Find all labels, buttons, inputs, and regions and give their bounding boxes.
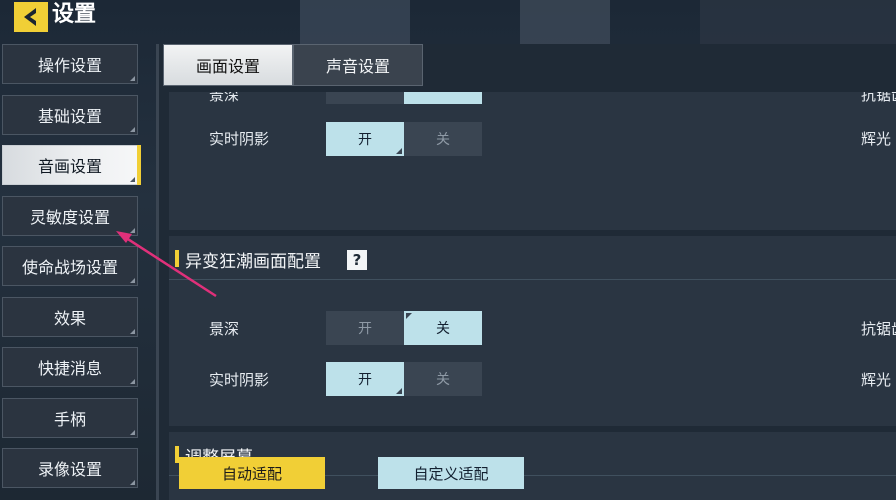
realtime-shadow-label: 实时阴影	[209, 130, 270, 148]
sidebar-item-operation[interactable]: 操作设置	[2, 44, 138, 84]
toggle-off-option[interactable]: 关	[404, 311, 482, 345]
sidebar-item-basic[interactable]: 基础设置	[2, 95, 138, 135]
settings-panel: 画面设置 声音设置 景深 抗锯齿 实时阴影 开 关 辉光	[156, 44, 896, 500]
realtime-shadow-toggle[interactable]: 开 关	[326, 122, 482, 156]
sidebar-item-label: 基础设置	[37, 107, 102, 126]
page-header: 设置	[0, 0, 160, 34]
sidebar-item-recording[interactable]: 录像设置	[2, 448, 138, 488]
section-accent-bar	[175, 250, 179, 267]
sidebar-item-audio-video[interactable]: 音画设置	[2, 145, 138, 185]
auto-fit-button[interactable]: 自动适配	[179, 457, 325, 489]
corner-mark-icon	[130, 76, 135, 81]
toggle-off-option[interactable]: 关	[404, 122, 482, 156]
anti-aliasing-label: 抗锯齿	[861, 320, 896, 338]
section-title: 异变狂潮画面配置	[185, 252, 321, 272]
background-shape	[700, 0, 896, 44]
sidebar-item-label: 音画设置	[37, 157, 102, 176]
option-label: 开	[358, 372, 372, 388]
depth-of-field-toggle[interactable]: 开 关	[326, 311, 482, 345]
option-label: 关	[436, 132, 450, 148]
corner-mark-icon	[396, 148, 402, 154]
tab-label: 声音设置	[325, 57, 390, 76]
sidebar-item-label: 效果	[53, 309, 86, 328]
page-title: 设置	[52, 2, 97, 27]
realtime-shadow-label: 实时阴影	[209, 371, 270, 389]
depth-of-field-label: 景深	[209, 92, 240, 104]
section-header: 异变狂潮画面配置 ?	[169, 236, 896, 280]
clipped-row: 景深 抗锯齿	[169, 92, 896, 104]
tab-label: 画面设置	[195, 57, 260, 76]
corner-mark-icon	[396, 388, 402, 394]
sidebar-item-label: 使命战场设置	[21, 258, 118, 277]
corner-mark-icon	[130, 228, 135, 233]
background-shape	[520, 0, 610, 44]
option-label: 关	[436, 372, 450, 388]
graphics-section: 景深 抗锯齿 实时阴影 开 关 辉光	[169, 92, 896, 230]
corner-mark-icon	[130, 329, 135, 334]
option-label: 开	[358, 132, 372, 148]
sidebar-item-sensitivity[interactable]: 灵敏度设置	[2, 196, 138, 236]
active-indicator	[137, 145, 141, 185]
button-label: 自动适配	[221, 464, 282, 483]
toggle-on-option[interactable]: 开	[326, 362, 404, 396]
button-label: 自定义适配	[413, 464, 489, 483]
help-icon[interactable]: ?	[347, 250, 367, 270]
toggle-off-option[interactable]	[404, 92, 482, 104]
sidebar-item-label: 快捷消息	[37, 359, 102, 378]
corner-mark-icon	[130, 127, 135, 132]
sidebar-item-quick-messages[interactable]: 快捷消息	[2, 347, 138, 387]
option-label: 开	[358, 321, 372, 337]
background-shape	[300, 0, 410, 44]
tab-bar: 画面设置 声音设置	[163, 44, 423, 86]
back-arrow-icon	[24, 8, 36, 26]
toggle-off-option[interactable]: 关	[404, 362, 482, 396]
sidebar-item-label: 操作设置	[37, 56, 102, 75]
corner-mark-icon	[406, 313, 412, 319]
tab-sound[interactable]: 声音设置	[293, 44, 423, 86]
corner-mark-icon	[130, 480, 135, 485]
sidebar-item-gamepad[interactable]: 手柄	[2, 398, 138, 438]
corner-mark-icon	[130, 278, 135, 283]
corner-mark-icon	[130, 177, 135, 182]
sidebar-item-battlefield[interactable]: 使命战场设置	[2, 246, 138, 286]
corner-mark-icon	[130, 379, 135, 384]
toggle-on-option[interactable]: 开	[326, 122, 404, 156]
sidebar-item-label: 手柄	[53, 410, 86, 429]
realtime-shadow-toggle[interactable]: 开 关	[326, 362, 482, 396]
sidebar-item-label: 灵敏度设置	[29, 208, 110, 227]
depth-of-field-toggle[interactable]	[326, 92, 482, 104]
toggle-on-option[interactable]: 开	[326, 311, 404, 345]
mutation-graphics-section: 异变狂潮画面配置 ? 景深 开 关 抗锯齿 实时阴影 开 关	[169, 236, 896, 426]
custom-fit-button[interactable]: 自定义适配	[378, 457, 524, 489]
sidebar-item-effects[interactable]: 效果	[2, 297, 138, 337]
back-button[interactable]	[14, 2, 48, 32]
tab-graphics[interactable]: 画面设置	[163, 44, 293, 86]
toggle-on-option[interactable]	[326, 92, 404, 104]
anti-aliasing-label: 抗锯齿	[861, 92, 896, 104]
depth-of-field-label: 景深	[209, 320, 240, 338]
option-label: 关	[436, 321, 450, 337]
bloom-label: 辉光	[861, 130, 892, 148]
bloom-label: 辉光	[861, 371, 892, 389]
corner-mark-icon	[130, 430, 135, 435]
sidebar-item-label: 录像设置	[37, 460, 102, 479]
